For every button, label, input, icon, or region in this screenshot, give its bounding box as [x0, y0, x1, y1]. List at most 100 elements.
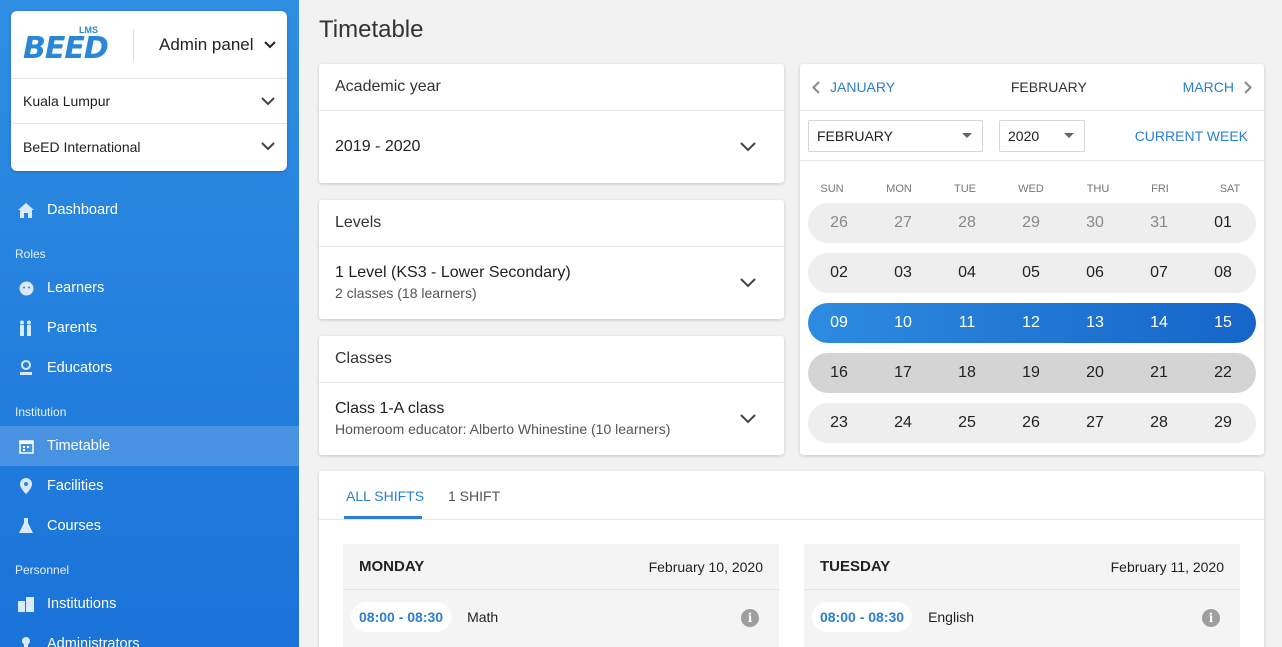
- calendar-week-row[interactable]: 16 17 18 19 20 21 22: [808, 353, 1256, 393]
- calendar-day[interactable]: 21: [1137, 364, 1181, 382]
- calendar-day[interactable]: 03: [881, 264, 925, 282]
- classes-selector[interactable]: Class 1-A class Homeroom educator: Alber…: [319, 383, 784, 454]
- calendar-day[interactable]: 01: [1201, 214, 1245, 232]
- chevron-down-icon: [261, 142, 275, 151]
- prev-month-link[interactable]: JANUARY: [812, 79, 895, 95]
- sidebar-item-label: Institutions: [47, 596, 117, 612]
- sidebar: LMS BEED Admin panel Kuala Lumpur BeED I…: [0, 0, 299, 647]
- tab-1-shift[interactable]: 1 SHIFT: [448, 488, 500, 504]
- parents-icon: [18, 320, 34, 336]
- logo-text: BEED: [23, 30, 109, 66]
- weekday-label: WED: [1018, 183, 1044, 195]
- current-week-button[interactable]: CURRENT WEEK: [1135, 128, 1248, 144]
- weekday-label: SUN: [820, 183, 844, 195]
- chevron-down-icon[interactable]: [740, 141, 756, 152]
- academic-year-selector[interactable]: 2019 - 2020: [319, 111, 784, 182]
- caret-down-icon: [1064, 133, 1074, 138]
- sidebar-item-timetable[interactable]: Timetable: [0, 426, 299, 466]
- lesson-subject: Math: [467, 609, 499, 625]
- chevron-down-icon[interactable]: [740, 277, 756, 288]
- calendar-day[interactable]: 28: [1137, 414, 1181, 432]
- info-icon[interactable]: i: [741, 609, 759, 627]
- beed-logo[interactable]: LMS BEED: [23, 25, 115, 66]
- weekday-label: THU: [1086, 183, 1110, 195]
- calendar-day[interactable]: 06: [1073, 264, 1117, 282]
- city-selector[interactable]: Kuala Lumpur: [11, 79, 287, 124]
- flask-icon: [18, 518, 34, 534]
- calendar-day[interactable]: 23: [817, 414, 861, 432]
- sidebar-item-label: Facilities: [47, 478, 104, 494]
- calendar-day[interactable]: 26: [1009, 414, 1053, 432]
- calendar-day[interactable]: 05: [1009, 264, 1053, 282]
- calendar-day[interactable]: 04: [945, 264, 989, 282]
- learner-icon: [18, 280, 34, 296]
- year-select-value: 2020: [1008, 127, 1040, 144]
- calendar-day[interactable]: 10: [881, 314, 925, 332]
- calendar-day[interactable]: 11: [945, 314, 989, 332]
- calendar-day[interactable]: 19: [1009, 364, 1053, 382]
- location-pin-icon: [18, 478, 34, 494]
- section-roles: Roles: [15, 247, 46, 261]
- sidebar-item-learners[interactable]: Learners: [0, 268, 299, 308]
- caret-down-icon: [962, 133, 972, 138]
- sidebar-item-institutions[interactable]: Institutions: [0, 584, 299, 624]
- levels-selector[interactable]: 1 Level (KS3 - Lower Secondary) 2 classe…: [319, 247, 784, 318]
- calendar-day[interactable]: 16: [817, 364, 861, 382]
- calendar-day[interactable]: 27: [881, 214, 925, 232]
- calendar-day[interactable]: 29: [1201, 414, 1245, 432]
- calendar-day[interactable]: 07: [1137, 264, 1181, 282]
- chevron-right-icon: [1244, 80, 1252, 94]
- section-institution: Institution: [15, 405, 67, 419]
- calendar-day[interactable]: 29: [1009, 214, 1053, 232]
- calendar-day[interactable]: 31: [1137, 214, 1181, 232]
- tab-divider: [319, 519, 1264, 520]
- calendar-week-row[interactable]: 26 27 28 29 30 31 01: [808, 203, 1256, 243]
- calendar-day[interactable]: 17: [881, 364, 925, 382]
- sidebar-item-courses[interactable]: Courses: [0, 506, 299, 546]
- calendar-day[interactable]: 15: [1201, 314, 1245, 332]
- lesson-slot[interactable]: 08:00 - 08:30 Math: [351, 602, 498, 632]
- weekday-label: TUE: [954, 183, 976, 195]
- year-select[interactable]: 2020: [999, 119, 1085, 152]
- sidebar-item-dashboard[interactable]: Dashboard: [0, 190, 299, 230]
- calendar-day[interactable]: 28: [945, 214, 989, 232]
- calendar-day[interactable]: 22: [1201, 364, 1245, 382]
- lesson-slot[interactable]: 08:00 - 08:30 English: [812, 602, 974, 632]
- sidebar-item-educators[interactable]: Educators: [0, 348, 299, 388]
- levels-card: Levels 1 Level (KS3 - Lower Secondary) 2…: [319, 200, 784, 319]
- institution-selector[interactable]: BeED International: [11, 124, 287, 169]
- calendar-day[interactable]: 12: [1009, 314, 1053, 332]
- calendar-day[interactable]: 26: [817, 214, 861, 232]
- calendar-week-row[interactable]: 09 10 11 12 13 14 15: [808, 303, 1256, 343]
- month-select[interactable]: FEBRUARY: [808, 119, 983, 152]
- calendar-day[interactable]: 09: [817, 314, 861, 332]
- calendar-day[interactable]: 14: [1137, 314, 1181, 332]
- panel-selector[interactable]: Admin panel: [159, 35, 254, 55]
- calendar-day[interactable]: 27: [1073, 414, 1117, 432]
- calendar-week-row[interactable]: 23 24 25 26 27 28 29: [808, 403, 1256, 443]
- sidebar-item-label: Educators: [47, 360, 113, 376]
- sidebar-item-parents[interactable]: Parents: [0, 308, 299, 348]
- info-icon[interactable]: i: [1202, 609, 1220, 627]
- calendar-day[interactable]: 24: [881, 414, 925, 432]
- chevron-down-icon[interactable]: [263, 40, 276, 49]
- brand-card: LMS BEED Admin panel Kuala Lumpur BeED I…: [11, 11, 287, 171]
- calendar-day[interactable]: 25: [945, 414, 989, 432]
- sidebar-item-facilities[interactable]: Facilities: [0, 466, 299, 506]
- calendar-day[interactable]: 20: [1073, 364, 1117, 382]
- calendar-day[interactable]: 18: [945, 364, 989, 382]
- calendar-day[interactable]: 08: [1201, 264, 1245, 282]
- calendar-day[interactable]: 13: [1073, 314, 1117, 332]
- level-value: 1 Level (KS3 - Lower Secondary): [335, 264, 571, 281]
- calendar-day[interactable]: 02: [817, 264, 861, 282]
- sidebar-item-administrators[interactable]: Administrators: [0, 624, 299, 647]
- chevron-down-icon[interactable]: [740, 413, 756, 424]
- next-month-link[interactable]: MARCH: [1183, 79, 1252, 95]
- calendar-week-row[interactable]: 02 03 04 05 06 07 08: [808, 253, 1256, 293]
- lesson-subject: English: [928, 609, 974, 625]
- tab-all-shifts[interactable]: ALL SHIFTS: [346, 488, 424, 504]
- prev-month-label: JANUARY: [830, 79, 896, 95]
- calendar-day[interactable]: 30: [1073, 214, 1117, 232]
- calendar-icon: [18, 438, 34, 454]
- classes-heading: Classes: [319, 336, 784, 383]
